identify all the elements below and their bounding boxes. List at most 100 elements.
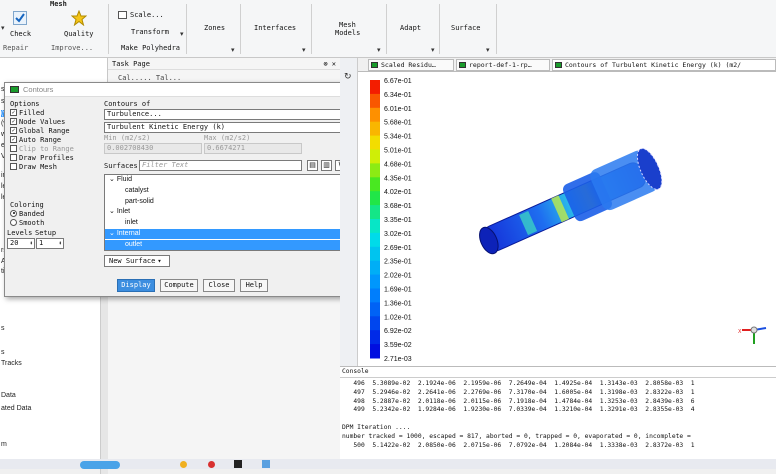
display-button[interactable]: Display xyxy=(117,279,155,292)
taskbar-app-icon[interactable] xyxy=(80,461,120,469)
surface-item[interactable]: inlet xyxy=(105,218,353,228)
setup-input[interactable]: 1 ⬍ xyxy=(36,238,64,249)
spinner-icon[interactable]: ⬍ xyxy=(29,239,33,248)
colorbar-band xyxy=(370,330,380,345)
surface-group[interactable]: ⌄ Internal xyxy=(105,229,353,239)
chevron-down-icon[interactable]: ▾ xyxy=(231,46,235,54)
radio-off-icon[interactable] xyxy=(10,218,17,226)
console-line: 500 5.1422e-02 2.0850e-06 2.0715e-06 7.0… xyxy=(342,441,695,449)
surface-item[interactable]: catalyst xyxy=(105,186,353,196)
colorbar-band xyxy=(370,191,380,206)
taskbar-app-icon[interactable] xyxy=(208,461,215,468)
help-button[interactable]: Help xyxy=(240,279,268,292)
surfaces-filter-input[interactable]: Filter Text xyxy=(139,160,302,171)
surface-group[interactable]: ⌄ Fluid xyxy=(105,175,353,185)
surface-button[interactable]: Surface xyxy=(451,24,481,32)
console-line: 496 5.3089e-02 2.1924e-06 2.1959e-06 7.2… xyxy=(342,380,695,387)
console-panel[interactable]: Console 496 5.3089e-02 2.1924e-06 2.1959… xyxy=(340,366,776,464)
option-checkbox[interactable]: Draw Mesh xyxy=(10,162,57,171)
checkbox-checked-icon[interactable]: ✓ xyxy=(10,117,17,125)
taskbar-app-icon[interactable] xyxy=(180,461,187,468)
quantity-select[interactable]: Turbulent Kinetic Energy (k)▾ xyxy=(104,122,361,133)
max-label: Max (m2/s2) xyxy=(204,134,251,142)
option-checkbox[interactable]: ✓ Global Range xyxy=(10,126,70,135)
checkbox-checked-icon[interactable]: ✓ xyxy=(10,108,17,116)
scale-button[interactable]: Scale... xyxy=(130,11,164,19)
tree-item[interactable]: s xyxy=(1,349,5,356)
tab-contours[interactable]: Contours of Turbulent Kinetic Energy (k)… xyxy=(552,59,776,71)
colorbar-label: 2.02e-01 xyxy=(384,273,412,280)
dialog-title-bar[interactable]: Contours ✕ xyxy=(5,83,365,97)
banded-radio[interactable]: Banded xyxy=(10,209,44,218)
chevron-down-icon[interactable]: ▾ xyxy=(180,30,184,38)
checkbox-checked-icon[interactable]: ✓ xyxy=(10,126,17,134)
graphics-window[interactable]: 6.67e-01 6.34e-01 6.01e-01 5.68e-01 5.34e-01… xyxy=(358,72,776,366)
mesh-models-button-line2[interactable]: Models xyxy=(335,29,360,37)
chevron-down-icon[interactable]: ⌄ xyxy=(109,208,117,215)
tab-report-def[interactable]: report-def-1-rp… xyxy=(456,59,550,71)
category-select[interactable]: Turbulence...▾ xyxy=(104,109,361,120)
quality-star-icon[interactable] xyxy=(70,9,88,27)
check-button[interactable]: Check xyxy=(10,30,31,38)
surface-item[interactable]: part-solid xyxy=(105,197,353,207)
mesh-models-button-line1[interactable]: Mesh xyxy=(339,21,356,29)
spinner-icon[interactable]: ⬍ xyxy=(58,239,62,248)
checkbox-empty-icon[interactable] xyxy=(10,162,17,170)
interfaces-button[interactable]: Interfaces xyxy=(254,24,296,32)
chevron-down-icon[interactable]: ▾ xyxy=(1,24,5,32)
surfaces-list[interactable]: ⌄ Fluid catalyst part-solid ⌄ Inlet inlet ⌄ I… xyxy=(104,174,361,251)
option-checkbox[interactable]: Draw Profiles xyxy=(10,153,74,162)
smooth-radio[interactable]: Smooth xyxy=(10,218,44,227)
chevron-down-icon[interactable]: ▾ xyxy=(486,46,490,54)
select-all-icon[interactable]: ▤ xyxy=(307,160,318,171)
option-checkbox[interactable]: ✓ Node Values xyxy=(10,117,65,126)
ribbon-separator xyxy=(186,4,187,54)
levels-input[interactable]: 20 ⬍ xyxy=(7,238,35,249)
deselect-icon[interactable]: ▥ xyxy=(321,160,332,171)
improve-button[interactable]: Improve... xyxy=(51,44,93,52)
chevron-down-icon[interactable]: ▾ xyxy=(302,46,306,54)
tree-item[interactable]: Tracks xyxy=(1,360,22,367)
tree-item[interactable]: ated Data xyxy=(1,405,31,412)
adapt-button[interactable]: Adapt xyxy=(400,24,421,32)
radio-on-icon[interactable] xyxy=(10,209,17,217)
console-line: 498 5.2887e-02 2.0118e-06 2.0115e-06 7.1… xyxy=(342,397,695,405)
colorbar-label: 5.01e-01 xyxy=(384,148,412,155)
zones-button[interactable]: Zones xyxy=(204,24,225,32)
tree-item[interactable]: m xyxy=(1,441,7,448)
options-label: Options xyxy=(10,100,40,108)
colorbar-label: 4.35e-01 xyxy=(384,175,412,182)
option-checkbox[interactable]: ✓ Auto Range xyxy=(10,135,61,144)
chevron-down-icon[interactable]: ▾ xyxy=(431,46,435,54)
compute-button[interactable]: Compute xyxy=(160,279,198,292)
repair-button[interactable]: Repair xyxy=(3,44,28,52)
chevron-down-icon[interactable]: ▾ xyxy=(377,46,381,54)
checkbox-empty-icon[interactable] xyxy=(10,153,17,161)
surface-group[interactable]: ⌄ Inlet xyxy=(105,207,353,217)
colorbar-band xyxy=(370,219,380,234)
option-checkbox[interactable]: ✓ Filled xyxy=(10,108,44,117)
rotate-icon[interactable]: ↻ xyxy=(344,72,352,82)
check-icon[interactable] xyxy=(13,11,27,25)
task-page-pin-close[interactable]: ⊗ ✕ xyxy=(323,60,336,68)
checkbox-empty-icon[interactable] xyxy=(10,144,17,152)
transform-button[interactable]: Transform xyxy=(131,28,169,36)
scale-icon[interactable] xyxy=(118,11,127,19)
quality-button[interactable]: Quality xyxy=(64,30,94,38)
chevron-down-icon[interactable]: ⌄ xyxy=(109,230,117,237)
new-surface-dropdown[interactable]: New Surface ▾ xyxy=(104,255,170,267)
console-output: 496 5.3089e-02 2.1924e-06 2.1959e-06 7.2… xyxy=(342,380,695,450)
colorbar-band xyxy=(370,80,380,95)
checkbox-checked-icon[interactable]: ✓ xyxy=(10,135,17,143)
close-button[interactable]: Close xyxy=(203,279,235,292)
tab-scaled-residuals[interactable]: Scaled Residu… xyxy=(368,59,454,71)
chevron-down-icon[interactable]: ⌄ xyxy=(109,176,117,183)
taskbar-app-icon[interactable] xyxy=(262,460,270,468)
tree-item[interactable]: Data xyxy=(1,392,16,399)
surface-item[interactable]: outlet xyxy=(105,239,353,250)
console-line: DPM Iteration .... xyxy=(342,423,411,431)
make-polyhedra-button[interactable]: Make Polyhedra xyxy=(121,44,180,52)
tree-item[interactable]: s xyxy=(1,325,5,332)
taskbar-app-icon[interactable] xyxy=(234,460,242,468)
levels-label: Levels xyxy=(7,229,33,237)
